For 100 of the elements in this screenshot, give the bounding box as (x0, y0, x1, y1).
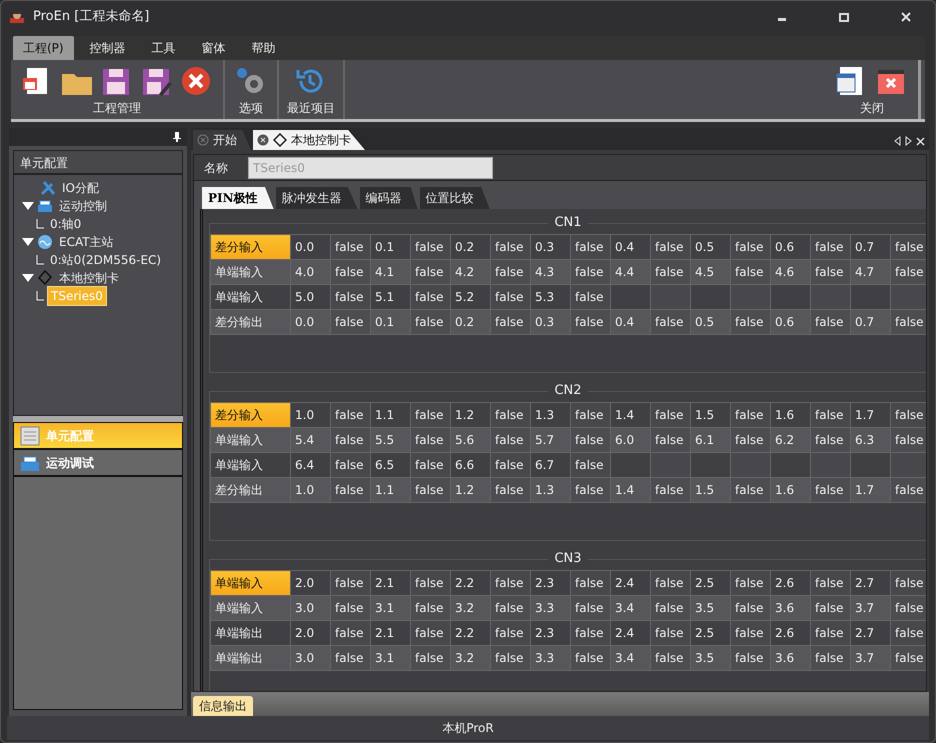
sub-tab[interactable]: 编码器 (360, 187, 418, 209)
table-cell: 2.5 (690, 620, 730, 646)
menu-tab[interactable]: 控制器 (80, 36, 136, 60)
tree-item[interactable]: IO分配 (59, 179, 102, 197)
table-cell: 2.3 (530, 620, 570, 646)
table-cell: false (650, 478, 690, 502)
table-cell: 0.7 (850, 310, 890, 334)
row-header[interactable]: 差分输入 (210, 402, 290, 428)
table-cell: false (330, 260, 370, 284)
table-cell: false (890, 596, 926, 620)
sub-tab[interactable]: PIN极性 (202, 187, 274, 209)
table-cell: 2.6 (770, 620, 810, 646)
row-header[interactable]: 单端输出 (210, 646, 290, 670)
table-cell: false (570, 310, 610, 334)
tree-connector-icon (36, 219, 44, 229)
table-cell: false (410, 260, 450, 284)
table-cell: false (730, 234, 770, 260)
table-cell: false (490, 478, 530, 502)
table-cell: false (490, 596, 530, 620)
panel-title: 单元配置 (13, 150, 183, 174)
close-circle-icon[interactable] (181, 66, 213, 96)
row-header[interactable]: 单端输入 (210, 596, 290, 620)
sub-tab[interactable]: 位置比较 (420, 187, 490, 209)
group-label: 关闭 (860, 100, 884, 117)
row-header[interactable]: 单端输出 (210, 620, 290, 646)
table-cell: 0.2 (450, 310, 490, 334)
table-cell: false (650, 646, 690, 670)
menu-tab[interactable]: 帮助 (242, 36, 286, 60)
table-cell: false (890, 620, 926, 646)
tree-item[interactable]: ECAT主站 (56, 233, 117, 251)
table-cell: false (490, 428, 530, 452)
row-header[interactable]: 单端输入 (210, 284, 290, 310)
group-label: 工程管理 (93, 100, 141, 117)
table-cell: false (890, 646, 926, 670)
table-cell: 0.5 (690, 234, 730, 260)
output-tab[interactable]: 信息输出 (193, 696, 253, 716)
table-cell: false (650, 570, 690, 596)
table-cell: false (890, 234, 926, 260)
scroll-right-icon[interactable] (905, 136, 912, 146)
table-cell: 4.1 (370, 260, 410, 284)
table-cell: false (570, 478, 610, 502)
table-cell: false (570, 646, 610, 670)
table-cell: false (410, 570, 450, 596)
table-cell: 3.4 (610, 646, 650, 670)
close-icon[interactable] (257, 134, 269, 146)
table-cell: 1.3 (530, 478, 570, 502)
table-cell: false (810, 234, 850, 260)
table-cell: 6.3 (850, 428, 890, 452)
table-cell: 2.2 (450, 620, 490, 646)
table-cell: 0.7 (850, 234, 890, 260)
expanded-triangle-icon[interactable] (22, 201, 34, 211)
row-header[interactable]: 单端输入 (210, 452, 290, 478)
pin-icon[interactable] (173, 132, 181, 142)
tree-item[interactable]: 本地控制卡 (56, 269, 122, 287)
app-icon (9, 10, 25, 24)
tree-item[interactable]: 0:轴0 (47, 215, 84, 233)
table-cell: 2.0 (290, 570, 330, 596)
document-tab[interactable]: 本地控制卡 (253, 130, 365, 150)
table-cell: 3.2 (450, 646, 490, 670)
table-cell: 2.0 (290, 620, 330, 646)
row-header[interactable]: 差分输出 (210, 478, 290, 502)
row-header[interactable]: 差分输入 (210, 234, 290, 260)
field-label: 名称 (204, 160, 228, 176)
table-cell: 3.4 (610, 596, 650, 620)
table-cell: false (890, 402, 926, 428)
tree-item[interactable]: 运动控制 (56, 197, 110, 215)
table-cell: 2.3 (530, 570, 570, 596)
table-cell: false (490, 620, 530, 646)
table-cell: 2.1 (370, 620, 410, 646)
tree-item[interactable]: 0:站0(2DM556-EC) (47, 251, 164, 269)
table-cell: 1.5 (690, 402, 730, 428)
expanded-triangle-icon[interactable] (22, 273, 34, 283)
table-cell: false (490, 646, 530, 670)
menu-tab[interactable]: 窗体 (192, 36, 236, 60)
table-cell: false (810, 478, 850, 502)
sub-tab[interactable]: 脉冲发生器 (276, 187, 358, 209)
row-header[interactable]: 单端输入 (210, 260, 290, 284)
menu-tab[interactable]: 工具 (142, 36, 186, 60)
row-header[interactable]: 差分输出 (210, 310, 290, 334)
table-cell: false (650, 310, 690, 334)
table-cell: false (890, 310, 926, 334)
table-cell: false (890, 478, 926, 502)
scroll-left-icon[interactable] (894, 136, 901, 146)
table-cell: false (330, 234, 370, 260)
table-cell: false (730, 478, 770, 502)
document-tab[interactable]: 开始 (193, 130, 251, 150)
table-cell: 3.7 (850, 596, 890, 620)
nav-button[interactable]: 运动调试 (13, 449, 183, 476)
row-header[interactable]: 单端输入 (210, 570, 290, 596)
table-cell: false (730, 646, 770, 670)
table-cell: false (410, 646, 450, 670)
table-cell: 5.2 (450, 284, 490, 310)
table-cell: false (330, 646, 370, 670)
expanded-triangle-icon[interactable] (22, 237, 34, 247)
table-cell: 6.4 (290, 452, 330, 478)
menu-tab[interactable]: 工程(P) (13, 36, 74, 60)
maximize-icon[interactable] (839, 12, 849, 22)
table-cell: false (730, 402, 770, 428)
row-header[interactable]: 单端输入 (210, 428, 290, 452)
table-cell: false (650, 596, 690, 620)
